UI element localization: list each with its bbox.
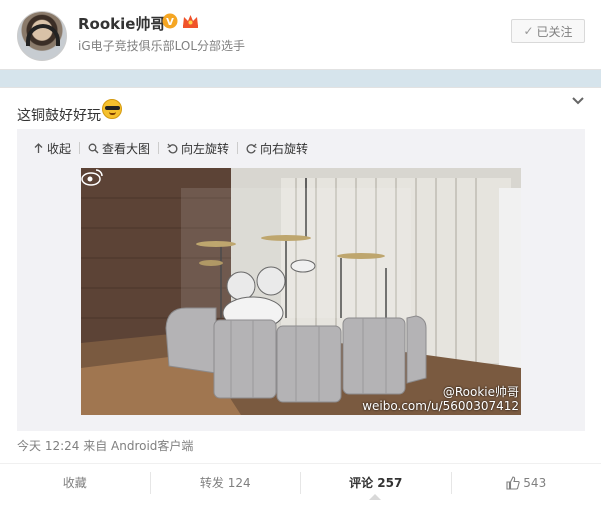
repost-button[interactable]: 转发 124	[151, 471, 301, 494]
drum-booth-photo	[81, 168, 521, 415]
watermark-user: @Rookie帅哥	[442, 385, 519, 399]
post-text: 这铜鼓好好玩	[17, 108, 101, 124]
cool-emoji-icon	[102, 99, 122, 119]
media-toolbar: 收起 查看大图 向左旋转 向右旋转	[31, 141, 316, 156]
favorite-button[interactable]: 收藏	[0, 471, 151, 494]
rotate-left-label: 向左旋转	[181, 141, 230, 156]
like-button[interactable]: 543	[452, 472, 601, 494]
collapse-button[interactable]: 收起	[31, 141, 81, 156]
view-large-button[interactable]: 查看大图	[80, 141, 160, 156]
followed-button[interactable]: ✓ 已关注	[511, 19, 585, 43]
comment-label: 评论 257	[349, 475, 403, 490]
thumbs-up-icon	[506, 475, 520, 490]
rotate-right-icon	[246, 143, 257, 153]
profile-name[interactable]: Rookie帅哥	[78, 13, 165, 34]
followed-label: 已关注	[536, 24, 573, 39]
favorite-label: 收藏	[62, 475, 87, 490]
post-meta[interactable]: 今天 12:24 来自 Android客户端	[17, 437, 193, 454]
profile-header: Rookie帅哥 V iG电子竞技俱乐部LOL分部选手 ✓ 已关注	[0, 0, 601, 70]
collapse-label: 收起	[47, 141, 72, 156]
rotate-left-icon	[167, 143, 178, 153]
rotate-right-button[interactable]: 向右旋转	[238, 141, 316, 156]
view-large-label: 查看大图	[102, 141, 151, 156]
action-bar: 收藏 转发 124 评论 257 543	[0, 463, 601, 501]
like-count: 543	[523, 475, 547, 490]
headset-icon	[26, 24, 60, 46]
profile-description: iG电子竞技俱乐部LOL分部选手	[78, 39, 246, 53]
svg-text:V: V	[166, 17, 174, 28]
vip-crown-icon[interactable]	[182, 14, 199, 28]
verified-badge-icon: V	[162, 13, 178, 29]
avatar[interactable]	[17, 11, 67, 61]
arrow-up-icon	[34, 142, 43, 153]
media-panel: 收起 查看大图 向左旋转 向右旋转 @Rookie帅哥 weibo.com/u/…	[17, 129, 585, 431]
chevron-down-icon[interactable]	[571, 94, 585, 108]
post-photo[interactable]: @Rookie帅哥 weibo.com/u/5600307412	[81, 168, 521, 415]
feed-card: 这铜鼓好好玩 收起 查看大图 向左旋转 向右旋转 @Rookie帅哥 weibo…	[0, 87, 601, 507]
watermark-url: weibo.com/u/5600307412	[362, 399, 519, 413]
check-icon: ✓	[523, 24, 534, 38]
search-icon	[88, 143, 99, 153]
rotate-left-button[interactable]: 向左旋转	[159, 141, 239, 156]
comment-indicator-arrow	[369, 494, 381, 500]
comment-button[interactable]: 评论 257	[301, 471, 452, 494]
repost-label: 转发 124	[199, 475, 251, 490]
rotate-right-label: 向右旋转	[260, 141, 309, 156]
weibo-logo-icon	[81, 169, 103, 186]
